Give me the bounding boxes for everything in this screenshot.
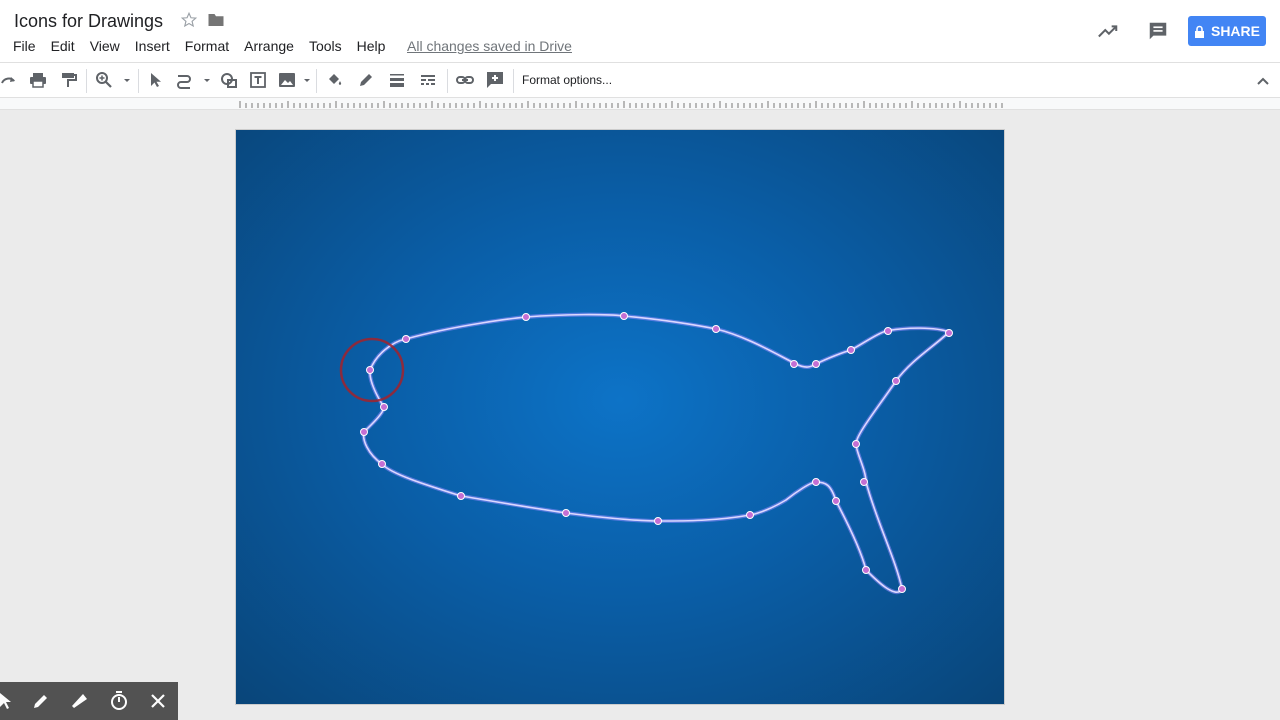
menu-help[interactable]: Help — [357, 37, 386, 55]
ruler — [0, 98, 1280, 110]
ruler-ticks — [239, 101, 1003, 108]
menu-view[interactable]: View — [90, 37, 120, 55]
path-anchor-point[interactable] — [847, 346, 855, 354]
path-anchor-point[interactable] — [522, 313, 530, 321]
save-status-link[interactable]: All changes saved in Drive — [407, 37, 572, 55]
select-icon[interactable] — [146, 71, 164, 89]
fill-color-icon[interactable] — [325, 71, 343, 89]
path-anchor-point[interactable] — [746, 511, 754, 519]
path-anchor-point[interactable] — [898, 585, 906, 593]
menu-bar: File Edit View Insert Format Arrange Too… — [13, 37, 400, 55]
path-anchor-point[interactable] — [812, 478, 820, 486]
path-anchor-point[interactable] — [380, 403, 388, 411]
pen-icon[interactable] — [31, 691, 51, 711]
path-anchor-point[interactable] — [654, 517, 662, 525]
trend-icon[interactable] — [1097, 22, 1119, 40]
menu-arrange[interactable]: Arrange — [244, 37, 294, 55]
format-options-button[interactable]: Format options... — [522, 73, 612, 87]
path-anchor-point[interactable] — [832, 497, 840, 505]
separator — [316, 69, 317, 93]
separator — [138, 69, 139, 93]
comment-icon[interactable] — [1147, 20, 1169, 42]
path-anchor-point[interactable] — [712, 325, 720, 333]
drawing-canvas[interactable] — [235, 129, 1005, 705]
fish-shape[interactable] — [236, 130, 1006, 706]
menu-file[interactable]: File — [13, 37, 36, 55]
shape-icon[interactable] — [220, 71, 238, 89]
path-anchor-point[interactable] — [812, 360, 820, 368]
redo-icon[interactable] — [0, 71, 18, 89]
separator — [447, 69, 448, 93]
menu-tools[interactable]: Tools — [309, 37, 342, 55]
timer-icon[interactable] — [109, 691, 129, 711]
toolbar: Format options... — [0, 62, 1280, 98]
path-anchor-point[interactable] — [360, 428, 368, 436]
share-button[interactable]: SHARE — [1188, 16, 1266, 46]
pointer-icon[interactable] — [0, 691, 14, 711]
folder-icon[interactable] — [207, 12, 225, 28]
line-weight-icon[interactable] — [388, 71, 406, 89]
collapse-icon[interactable] — [1255, 73, 1271, 89]
path-anchor-point[interactable] — [562, 509, 570, 517]
zoom-dropdown-icon[interactable] — [118, 71, 130, 89]
path-anchor-point[interactable] — [862, 566, 870, 574]
line-dash-icon[interactable] — [419, 71, 437, 89]
top-bar: Icons for Drawings File Edit View Insert… — [0, 0, 1280, 62]
menu-format[interactable]: Format — [185, 37, 229, 55]
print-icon[interactable] — [29, 71, 47, 89]
path-anchor-point[interactable] — [402, 335, 410, 343]
line-icon[interactable] — [175, 71, 193, 89]
separator — [86, 69, 87, 93]
share-label: SHARE — [1210, 23, 1260, 39]
line-color-icon[interactable] — [357, 71, 375, 89]
path-anchor-point[interactable] — [457, 492, 465, 500]
path-anchor-point[interactable] — [852, 440, 860, 448]
paint-format-icon[interactable] — [59, 71, 77, 89]
line-dropdown-icon[interactable] — [198, 71, 210, 89]
path-anchor-point[interactable] — [945, 329, 953, 337]
path-anchor-point[interactable] — [892, 377, 900, 385]
zoom-icon[interactable] — [95, 71, 113, 89]
close-icon[interactable] — [148, 691, 168, 711]
lock-icon — [1194, 25, 1204, 38]
path-anchor-point[interactable] — [860, 478, 868, 486]
image-icon[interactable] — [278, 71, 296, 89]
document-title[interactable]: Icons for Drawings — [14, 11, 163, 32]
textbox-icon[interactable] — [249, 71, 267, 89]
path-anchor-point[interactable] — [790, 360, 798, 368]
path-anchor-point[interactable] — [378, 460, 386, 468]
path-anchor-point[interactable] — [366, 366, 374, 374]
add-comment-icon[interactable] — [486, 71, 504, 89]
path-anchor-point[interactable] — [620, 312, 628, 320]
star-icon[interactable] — [180, 11, 198, 29]
path-anchor-point[interactable] — [884, 327, 892, 335]
path-points — [360, 312, 953, 593]
menu-edit[interactable]: Edit — [51, 37, 75, 55]
image-dropdown-icon[interactable] — [298, 71, 310, 89]
link-icon[interactable] — [456, 71, 474, 89]
menu-insert[interactable]: Insert — [135, 37, 170, 55]
highlighter-icon[interactable] — [70, 691, 90, 711]
annotation-toolbar — [0, 682, 178, 720]
separator — [513, 69, 514, 93]
